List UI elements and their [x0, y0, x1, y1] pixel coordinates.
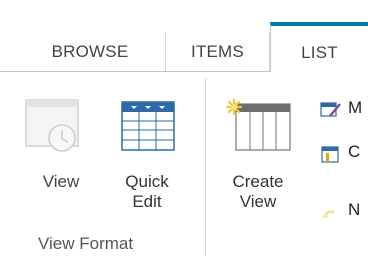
current-view-icon — [320, 144, 342, 164]
quick-edit-label: Quick Edit — [125, 172, 169, 211]
group-label-view-format: View Format — [38, 234, 134, 253]
modify-view-button[interactable]: M — [320, 96, 368, 124]
ribbon-tab-strip: BROWSE ITEMS LIST — [0, 0, 368, 75]
tab-items[interactable]: ITEMS — [165, 32, 270, 72]
tab-list[interactable]: LIST — [270, 22, 368, 72]
navigate-icon — [320, 202, 342, 222]
create-view-icon — [222, 98, 294, 158]
view-button-label: View — [42, 172, 80, 191]
view-icon — [20, 98, 102, 158]
current-view-button[interactable]: C — [320, 140, 368, 168]
view-button[interactable]: View — [20, 72, 102, 232]
quick-edit-button[interactable]: Quick Edit — [110, 72, 184, 232]
tab-browse[interactable]: BROWSE — [20, 32, 160, 72]
navigate-button[interactable]: N — [320, 198, 368, 226]
group-separator — [205, 78, 206, 256]
grid-icon — [110, 98, 184, 158]
ribbon-body: View Quick Edit Create View M C N View F… — [0, 72, 368, 269]
create-view-label: Create View — [232, 172, 284, 211]
create-view-button[interactable]: Create View — [222, 72, 294, 232]
modify-view-icon — [320, 100, 342, 120]
